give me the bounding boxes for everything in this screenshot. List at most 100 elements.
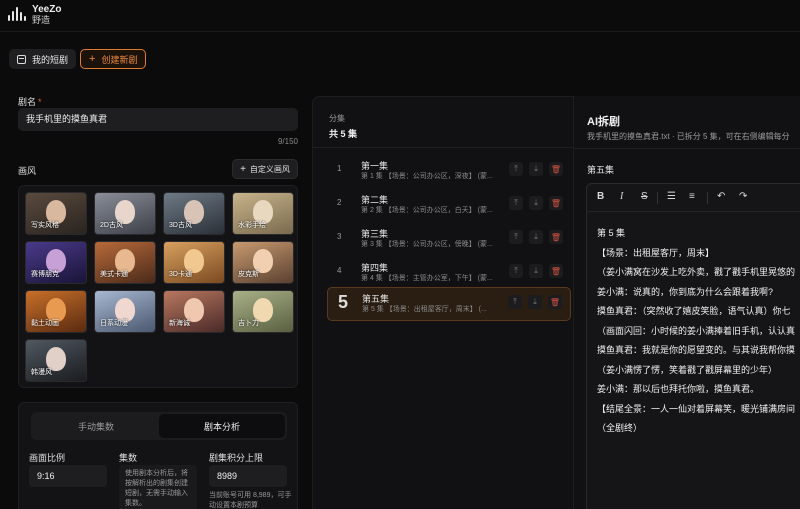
download-icon[interactable]: ⤓ xyxy=(528,295,542,309)
style-option-label: 3D古风 xyxy=(169,222,192,229)
tab-manual-episodes[interactable]: 手动集数 xyxy=(33,414,159,438)
redo-button[interactable]: ↷ xyxy=(739,191,747,202)
delete-icon[interactable]: 🗑 xyxy=(548,295,562,309)
style-option-label: 写实风格 xyxy=(31,222,59,229)
style-option[interactable]: 黏土动画 xyxy=(25,290,87,333)
style-option-label: 日系动漫 xyxy=(100,320,128,327)
script-line: 姜小满：那以后也拜托你啦，摸鱼真君。 xyxy=(597,384,760,394)
episodes-label: 集数 xyxy=(119,453,138,463)
current-episode-title: 第五集 xyxy=(587,165,615,175)
analysis-panel: 手动集数 剧本分析 画面比例 9:16 集数 使用剧本分析后，将按解析出的剧集创… xyxy=(18,402,298,509)
tab-my-drama[interactable]: 我的短剧 xyxy=(9,49,77,69)
episode-summary: 第 3 集 【场景：公司办公区，傍晚】 (蒙... xyxy=(361,241,493,248)
script-line: 姜小满：说真的，你到底为什么会跟着我啊? xyxy=(597,286,774,297)
episode-number: 4 xyxy=(337,266,342,275)
style-option[interactable]: 3D古风 xyxy=(163,192,225,235)
move-top-icon[interactable]: ⤒ xyxy=(509,230,523,244)
style-option-label: 水彩手绘 xyxy=(238,222,266,229)
episode-actions: ⤒ ⤓ 🗑 xyxy=(509,230,563,244)
episode-actions: ⤒ ⤓ 🗑 xyxy=(509,264,563,278)
style-option-label: 2D古风 xyxy=(100,222,123,229)
undo-button[interactable]: ↶ xyxy=(717,191,725,202)
episodes-count: 共 5 集 xyxy=(329,129,358,139)
episode-actions: ⤒ ⤓ 🗑 xyxy=(508,295,562,309)
toolbar-divider xyxy=(657,192,658,204)
download-icon[interactable]: ⤓ xyxy=(529,162,543,176)
style-option-label: 黏土动画 xyxy=(31,320,59,327)
delete-icon[interactable]: 🗑 xyxy=(549,196,563,210)
style-option[interactable]: 美式卡通 xyxy=(94,241,156,284)
required-mark: * xyxy=(38,97,42,107)
episode-summary: 第 1 集 【场景：公司办公区，深夜】 (蒙... xyxy=(361,173,493,180)
title-label: 剧名 * xyxy=(18,97,42,107)
style-grid: 写实风格 2D古风 3D古风 水彩手绘赛博朋克 美式卡通 3D卡通 皮克斯黏土动画 日系动漫 新… xyxy=(18,185,298,388)
episode-editor[interactable]: B I S ☰ ≡ ↶ ↷ 第 5 集【场景：出租屋客厅，周末】 （姜小满窝在沙发… xyxy=(586,183,800,509)
episode-item[interactable]: 5 第五集第 5 集 【场景：出租屋客厅，周末】 (... ⤒ ⤓ 🗑 xyxy=(327,287,571,321)
style-option[interactable]: 韩漫风 xyxy=(25,339,87,382)
create-new-drama-button[interactable]: + 创建新剧 xyxy=(80,49,147,69)
plus-icon: + xyxy=(89,53,96,65)
logo-waveform-icon xyxy=(8,7,26,23)
style-option[interactable]: 2D古风 xyxy=(94,192,156,235)
custom-style-label: 自定义画风 xyxy=(249,164,290,174)
move-top-icon[interactable]: ⤒ xyxy=(508,295,522,309)
episode-item[interactable]: 1 第一集第 1 集 【场景：公司办公区，深夜】 (蒙... ⤒ ⤓ 🗑 xyxy=(327,155,571,185)
script-line: （姜小满愣了愣，笑着戳了戳屏幕里的少年） xyxy=(597,364,778,375)
move-top-icon[interactable]: ⤒ xyxy=(509,196,523,210)
episodes-header-label: 分集 xyxy=(329,114,345,123)
episode-item[interactable]: 2 第二集第 2 集 【场景：公司办公区，白天】 (蒙... ⤒ ⤓ 🗑 xyxy=(327,189,571,219)
style-option[interactable]: 新海诚 xyxy=(163,290,225,333)
episode-item[interactable]: 3 第三集第 3 集 【场景：公司办公区，傍晚】 (蒙... ⤒ ⤓ 🗑 xyxy=(327,223,571,253)
style-option-label: 赛博朋克 xyxy=(31,271,59,278)
script-line: 第 5 集 xyxy=(597,228,626,238)
script-line: 摸鱼真君：我就是你的愿望变的。与其说我帮你摸 xyxy=(597,345,796,355)
style-option[interactable]: 水彩手绘 xyxy=(232,192,294,235)
delete-icon[interactable]: 🗑 xyxy=(549,230,563,244)
tab-script-analysis[interactable]: 剧本分析 xyxy=(159,414,285,438)
episode-actions: ⤒ ⤓ 🗑 xyxy=(509,196,563,210)
delete-icon[interactable]: 🗑 xyxy=(549,264,563,278)
style-option[interactable]: 赛博朋克 xyxy=(25,241,87,284)
style-option-label: 3D卡通 xyxy=(169,271,192,278)
ai-panel-subtitle: 我手机里的摸鱼真君.txt · 已拆分 5 集，可在右侧编辑每分 xyxy=(587,132,790,141)
plus-icon: + xyxy=(240,163,246,175)
credits-note: 当前账号可用 8,989，可手动设置本剧预算 xyxy=(209,492,292,509)
tab-my-drama-label: 我的短剧 xyxy=(32,54,69,65)
download-icon[interactable]: ⤓ xyxy=(529,264,543,278)
script-line: （画面闪回：小时候的姜小满捧着旧手机，认认真 xyxy=(597,325,796,336)
custom-style-button[interactable]: + 自定义画风 xyxy=(232,159,298,179)
credits-input[interactable]: 8989 xyxy=(209,465,287,487)
numbered-list-button[interactable]: ≡ xyxy=(689,191,695,202)
episode-number: 3 xyxy=(337,232,342,241)
episodes-note: 使用剧本分析后，将按解析出的剧集创建短剧，无需手动输入集数。 xyxy=(119,465,197,509)
script-line: 【场景：出租屋客厅，周末】 xyxy=(597,247,715,258)
drama-title-input[interactable]: 我手机里的摸鱼真君 xyxy=(18,108,298,131)
italic-button[interactable]: I xyxy=(620,191,623,202)
delete-icon[interactable]: 🗑 xyxy=(549,162,563,176)
style-option[interactable]: 3D卡通 xyxy=(163,241,225,284)
style-option[interactable]: 写实风格 xyxy=(25,192,87,235)
ai-panel-title: AI拆剧 xyxy=(587,116,620,128)
ratio-select[interactable]: 9:16 xyxy=(29,465,107,487)
strikethrough-button[interactable]: S xyxy=(641,191,648,202)
credits-label: 剧集积分上限 xyxy=(209,453,264,463)
episode-number: 1 xyxy=(337,164,342,173)
top-bar: YeeZo 野造 xyxy=(0,0,800,32)
film-icon xyxy=(17,54,26,64)
bullet-list-button[interactable]: ☰ xyxy=(667,191,676,202)
episode-item[interactable]: 4 第四集第 4 集 【场景：主管办公室，下午】 (蒙... ⤒ ⤓ 🗑 xyxy=(327,257,571,287)
app-logo[interactable]: YeeZo 野造 xyxy=(8,4,61,26)
app-name-cn: 野造 xyxy=(32,15,51,25)
move-top-icon[interactable]: ⤒ xyxy=(509,162,523,176)
style-option-label: 皮克斯 xyxy=(238,271,259,278)
style-option[interactable]: 日系动漫 xyxy=(94,290,156,333)
download-icon[interactable]: ⤓ xyxy=(529,230,543,244)
download-icon[interactable]: ⤓ xyxy=(529,196,543,210)
move-top-icon[interactable]: ⤒ xyxy=(509,264,523,278)
bold-button[interactable]: B xyxy=(597,191,604,202)
create-new-label: 创建新剧 xyxy=(101,54,138,65)
style-option[interactable]: 吉卜力 xyxy=(232,290,294,333)
episode-number: 5 xyxy=(338,292,349,312)
script-line: （姜小满窝在沙发上吃外卖，戳了戳手机里晃悠的 xyxy=(597,267,796,277)
style-option[interactable]: 皮克斯 xyxy=(232,241,294,284)
